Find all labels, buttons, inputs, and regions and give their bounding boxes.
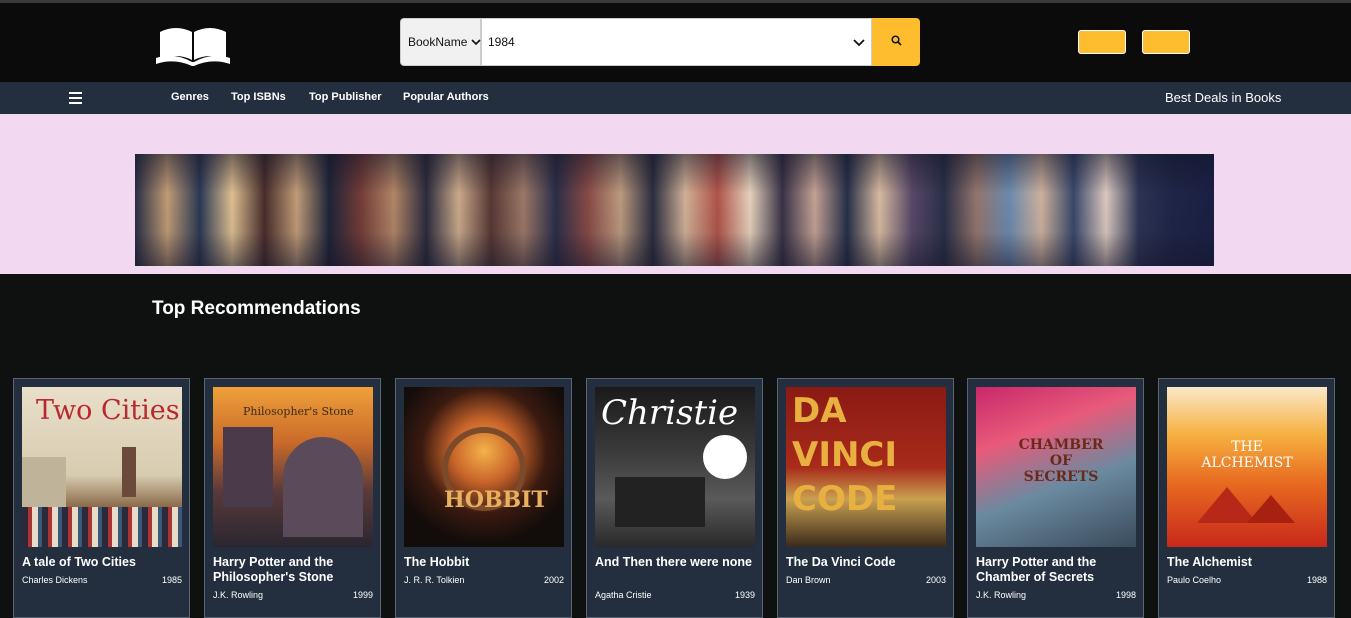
search-icon xyxy=(890,33,902,51)
search-category-value: BookName xyxy=(408,35,468,49)
search-button[interactable] xyxy=(872,18,920,66)
book-author: J.K. Rowling xyxy=(976,590,1027,600)
search-category-select[interactable]: BookName xyxy=(400,18,481,66)
cover-title-text: DA VINCI CODE xyxy=(792,391,898,519)
search-input[interactable]: 1984 xyxy=(481,18,872,66)
book-year: 1985 xyxy=(161,575,182,585)
book-title[interactable]: The Alchemist xyxy=(1167,555,1327,570)
book-title[interactable]: And Then there were none xyxy=(595,555,755,570)
book-meta: J.K. Rowling 1999 xyxy=(213,590,373,600)
nav-link-popular-authors[interactable]: Popular Authors xyxy=(403,91,489,103)
book-author: Paulo Coelho xyxy=(1167,575,1222,585)
book-meta: Charles Dickens 1985 xyxy=(22,575,182,585)
book-meta: Paulo Coelho 1988 xyxy=(1167,575,1327,585)
book-meta: Agatha Cristie 1939 xyxy=(595,590,755,600)
book-year: 1939 xyxy=(734,590,755,600)
book-cover-image: HOBBIT xyxy=(404,387,564,547)
cover-title-text: CHAMBER OF SECRETS xyxy=(1018,437,1104,485)
book-card[interactable]: HOBBIT The Hobbit J. R. R. Tolkien 2002 xyxy=(395,378,572,618)
header-button-1[interactable] xyxy=(1078,30,1126,54)
cover-title-text: Philosopher's Stone xyxy=(243,405,354,418)
nav-link-genres[interactable]: Genres xyxy=(171,91,209,103)
book-card[interactable]: THE ALCHEMIST The Alchemist Paulo Coelho… xyxy=(1158,378,1335,618)
chevron-down-icon xyxy=(471,35,481,49)
cover-title-text: THE ALCHEMIST xyxy=(1201,439,1293,471)
book-meta: J.K. Rowling 1998 xyxy=(976,590,1136,600)
cover-title-text: Christie xyxy=(601,393,739,433)
book-year: 1999 xyxy=(352,590,373,600)
bookshelf-banner-image xyxy=(135,154,1214,266)
book-card[interactable]: Philosopher's Stone Harry Potter and the… xyxy=(204,378,381,618)
chevron-down-icon[interactable] xyxy=(853,35,865,49)
book-cover-image: Philosopher's Stone xyxy=(213,387,373,547)
book-cover-image: Christie xyxy=(595,387,755,547)
section-title: Top Recommendations xyxy=(152,298,361,319)
book-author: Charles Dickens xyxy=(22,575,88,585)
book-year: 1998 xyxy=(1115,590,1136,600)
site-header: BookName 1984 xyxy=(0,3,1351,82)
book-year: 2003 xyxy=(925,575,946,585)
search-bar: BookName 1984 xyxy=(400,18,920,66)
book-meta: J. R. R. Tolkien 2002 xyxy=(404,575,564,585)
book-card[interactable]: Two Cities A tale of Two Cities Charles … xyxy=(13,378,190,618)
hamburger-menu-icon[interactable] xyxy=(69,92,82,104)
book-author: Agatha Cristie xyxy=(595,590,652,600)
banner-section xyxy=(0,114,1351,274)
best-deals-link[interactable]: Best Deals in Books xyxy=(1165,90,1281,105)
nav-link-top-isbns[interactable]: Top ISBNs xyxy=(231,91,286,103)
book-title[interactable]: Harry Potter and the Philosopher's Stone xyxy=(213,555,373,585)
book-cover-image: DA VINCI CODE xyxy=(786,387,946,547)
book-cover-image: CHAMBER OF SECRETS xyxy=(976,387,1136,547)
book-card[interactable]: Christie And Then there were none Agatha… xyxy=(586,378,763,618)
book-year: 1988 xyxy=(1306,575,1327,585)
book-title[interactable]: The Da Vinci Code xyxy=(786,555,946,570)
book-author: Dan Brown xyxy=(786,575,831,585)
book-author: J.K. Rowling xyxy=(213,590,264,600)
book-title[interactable]: The Hobbit xyxy=(404,555,564,570)
open-book-logo-icon[interactable] xyxy=(154,22,232,66)
book-year: 2002 xyxy=(543,575,564,585)
search-input-value: 1984 xyxy=(488,35,515,49)
cover-title-text: Two Cities xyxy=(36,395,180,426)
cover-title-text: HOBBIT xyxy=(444,487,548,513)
book-cover-image: Two Cities xyxy=(22,387,182,547)
book-title[interactable]: Harry Potter and the Chamber of Secrets xyxy=(976,555,1136,585)
book-title[interactable]: A tale of Two Cities xyxy=(22,555,182,570)
nav-bar: Genres Top ISBNs Top Publisher Popular A… xyxy=(0,82,1351,114)
book-meta: Dan Brown 2003 xyxy=(786,575,946,585)
header-button-2[interactable] xyxy=(1142,30,1190,54)
book-author: J. R. R. Tolkien xyxy=(404,575,465,585)
book-card[interactable]: DA VINCI CODE The Da Vinci Code Dan Brow… xyxy=(777,378,954,618)
book-cover-image: THE ALCHEMIST xyxy=(1167,387,1327,547)
nav-link-top-publisher[interactable]: Top Publisher xyxy=(309,91,382,103)
book-card[interactable]: CHAMBER OF SECRETS Harry Potter and the … xyxy=(967,378,1144,618)
